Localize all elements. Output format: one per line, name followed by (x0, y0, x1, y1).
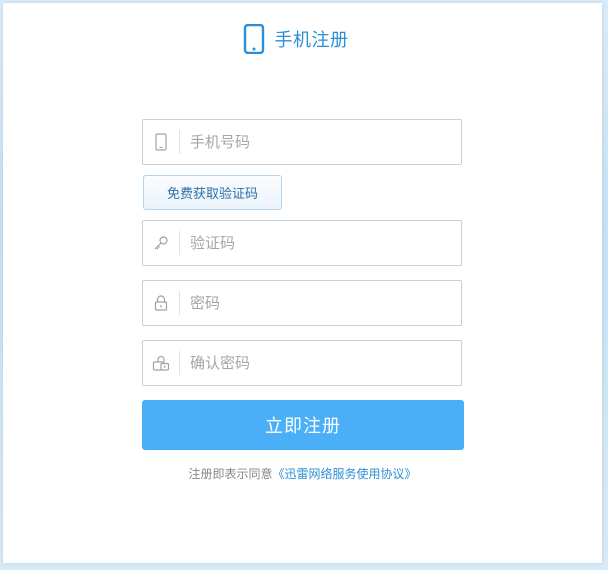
lock-confirm-icon (143, 341, 179, 385)
agreement-text: 注册即表示同意《迅雷网络服务使用协议》 (3, 465, 602, 482)
phone-input[interactable] (180, 120, 461, 164)
password-input[interactable] (180, 281, 461, 325)
key-icon (143, 221, 179, 265)
code-input[interactable] (180, 221, 461, 265)
lock-icon (143, 281, 179, 325)
page-title: 手机注册 (274, 30, 349, 51)
mobile-phone-icon (143, 120, 179, 164)
agreement-prefix: 注册即表示同意 (188, 467, 273, 481)
confirm-password-field[interactable] (142, 340, 462, 386)
register-panel: 手机注册 免费获取验证码 (3, 3, 602, 563)
agreement-link[interactable]: 《迅雷网络服务使用协议》 (273, 467, 417, 481)
phone-field[interactable] (142, 119, 462, 165)
password-field[interactable] (142, 280, 462, 326)
mobile-phone-icon (243, 23, 265, 55)
confirm-password-input[interactable] (180, 341, 461, 385)
code-field[interactable] (142, 220, 462, 266)
register-header: 手机注册 (3, 23, 602, 55)
get-code-button[interactable]: 免费获取验证码 (143, 175, 282, 210)
register-button[interactable]: 立即注册 (142, 400, 464, 450)
